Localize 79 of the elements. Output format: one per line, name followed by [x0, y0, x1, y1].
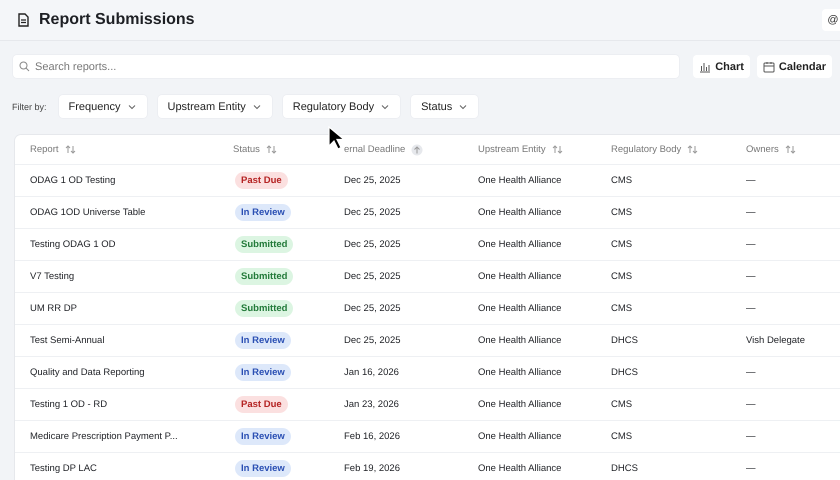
table-cell-text: Test Semi-Annual: [30, 335, 106, 346]
table-cell-text: Feb 16, 2026: [344, 431, 401, 442]
table-cell-text: —: [746, 463, 756, 474]
status-badge: Past Due: [235, 172, 288, 189]
table-cell-text: Feb 19, 2026: [344, 463, 401, 474]
table-cell-text: UM RR DP: [30, 303, 78, 314]
status-badge: Past Due: [235, 396, 288, 413]
table-cell-text: Jan 16, 2026: [344, 367, 400, 378]
table-cell-text: One Health Alliance: [478, 367, 562, 378]
table-cell-text: One Health Alliance: [478, 271, 562, 282]
bar-chart-icon: [699, 60, 712, 72]
table-cell-text: Dec 25, 2025: [344, 239, 402, 250]
status-badge: In Review: [235, 204, 291, 221]
table-cell-text: —: [746, 239, 756, 250]
filter-dropdown[interactable]: Upstream Entity: [158, 95, 272, 118]
calendar-button[interactable]: Calendar: [756, 55, 832, 78]
table-cell-text: Testing ODAG 1 OD: [30, 239, 117, 250]
status-badge: In Review: [235, 460, 291, 477]
status-badge: Submitted: [235, 268, 294, 285]
mention-button[interactable]: @: [822, 9, 840, 31]
search-icon: [19, 61, 30, 72]
table-cell-text: DHCS: [611, 367, 639, 378]
table-cell-text: Jan 23, 2026: [344, 399, 400, 410]
filter-dropdown[interactable]: Regulatory Body: [282, 95, 400, 118]
table-cell-text: ODAG 1OD Universe Table: [30, 207, 146, 218]
table-cell-text: —: [746, 399, 756, 410]
table-cell-text: Vish Delegate: [746, 335, 806, 346]
table-cell-text: One Health Alliance: [478, 431, 562, 442]
table-cell-text: One Health Alliance: [478, 207, 562, 218]
table-cell-text: Medicare Prescription Payment P...: [30, 431, 179, 442]
table-cell-text: Testing 1 OD - RD: [30, 399, 108, 410]
table-cell-text: One Health Alliance: [478, 303, 562, 314]
table-cell-text: DHCS: [611, 335, 639, 346]
table-cell-text: —: [746, 207, 756, 218]
table-cell-text: One Health Alliance: [478, 239, 562, 250]
table-cell-text: CMS: [611, 399, 634, 410]
table-cell-text: Quality and Data Reporting: [30, 367, 146, 378]
search-field[interactable]: Search reports...: [13, 55, 680, 78]
filter-dropdown[interactable]: Status: [411, 95, 478, 118]
table-cell-text: DHCS: [611, 463, 639, 474]
table-cell-text: CMS: [611, 271, 634, 282]
table-cell-text: —: [746, 303, 756, 314]
table-cell-text: —: [746, 431, 756, 442]
table-cell-text: V7 Testing: [30, 271, 76, 282]
table-cell-text: —: [746, 175, 756, 186]
table-cell-text: One Health Alliance: [478, 463, 562, 474]
table-cell-text: Dec 25, 2025: [344, 335, 402, 346]
table-cell-text: CMS: [611, 207, 634, 218]
column-header[interactable]: ernal Deadline: [344, 144, 478, 156]
status-badge: Submitted: [235, 236, 294, 253]
column-header[interactable]: Regulatory Body: [611, 144, 746, 155]
column-header[interactable]: Report: [30, 144, 233, 155]
table-cell-text: CMS: [611, 303, 634, 314]
page-title: Report Submissions: [39, 11, 196, 29]
table-cell-text: —: [746, 367, 756, 378]
table-cell-text: CMS: [611, 431, 634, 442]
filter-label: Filter by:: [12, 102, 47, 112]
document-icon: [17, 13, 30, 27]
table-cell-text: Dec 25, 2025: [344, 271, 402, 282]
table-cell-text: ODAG 1 OD Testing: [30, 175, 116, 186]
table-cell-text: One Health Alliance: [478, 175, 562, 186]
filter-dropdown[interactable]: Frequency: [58, 95, 146, 118]
status-badge: In Review: [235, 364, 291, 381]
column-header[interactable]: Owners: [746, 144, 840, 155]
table-cell-text: One Health Alliance: [478, 335, 562, 346]
status-badge: Submitted: [235, 300, 294, 317]
column-header[interactable]: Upstream Entity: [478, 144, 611, 155]
table-cell-text: Dec 25, 2025: [344, 175, 402, 186]
table-cell-text: Dec 25, 2025: [344, 303, 402, 314]
table-cell-text: CMS: [611, 175, 634, 186]
table-cell-text: One Health Alliance: [478, 399, 562, 410]
table-cell-text: —: [746, 271, 756, 282]
status-badge: In Review: [235, 428, 291, 445]
chart-button[interactable]: Chart: [693, 55, 750, 78]
table-cell-text: CMS: [611, 239, 634, 250]
table-cell-text: Testing DP LAC: [30, 463, 98, 474]
calendar-icon: [762, 60, 775, 72]
table-cell-text: Dec 25, 2025: [344, 207, 402, 218]
status-badge: In Review: [235, 332, 291, 349]
